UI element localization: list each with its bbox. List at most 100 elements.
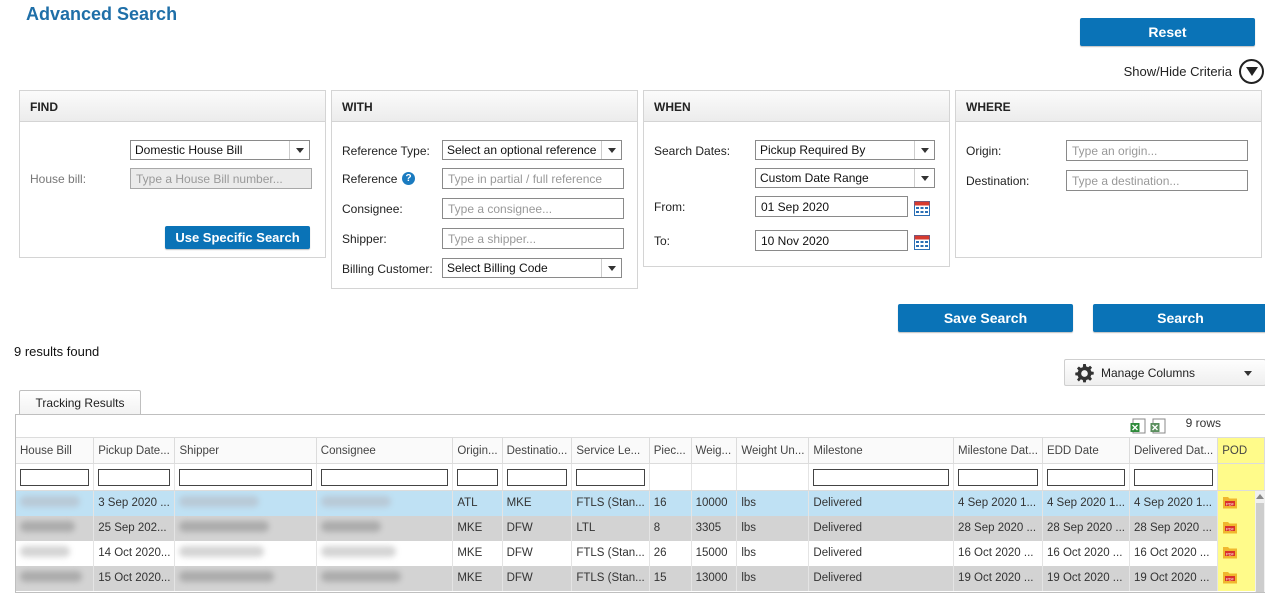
filter-input[interactable] xyxy=(958,468,1038,486)
cell-edd-date: 16 Oct 2020 ... xyxy=(1042,540,1130,566)
save-search-button[interactable]: Save Search xyxy=(898,304,1073,332)
cell-delivered-date: 16 Oct 2020 ... xyxy=(1129,540,1219,566)
reference-type-select[interactable]: Select an optional reference xyxy=(442,140,622,160)
table-row[interactable]: 15 Oct 2020... MKE DFW FTLS (Stan... 15 … xyxy=(16,565,1265,591)
filter-input[interactable] xyxy=(98,468,171,486)
cell-weight-unit: lbs xyxy=(736,515,810,541)
origin-input[interactable]: Type an origin... xyxy=(1066,140,1248,161)
origin-label: Origin: xyxy=(966,144,1002,158)
filter-input[interactable] xyxy=(813,468,950,486)
billing-customer-value: Select Billing Code xyxy=(447,261,548,275)
table-row[interactable]: 3 Sep 2020 ... ATL MKE FTLS (Stan... 16 … xyxy=(16,490,1265,516)
column-header[interactable]: Origin... xyxy=(452,437,503,464)
scroll-up-icon[interactable] xyxy=(1256,494,1264,499)
with-panel: WITH Reference Type: Select an optional … xyxy=(331,90,638,289)
cell-pickup-date: 3 Sep 2020 ... xyxy=(93,490,176,516)
to-label: To: xyxy=(654,234,671,248)
when-header: WHEN xyxy=(644,91,949,122)
cell-origin: MKE xyxy=(452,565,503,591)
consignee-label: Consignee: xyxy=(342,202,403,216)
cell-service-level: FTLS (Stan... xyxy=(571,540,650,566)
cell-pieces: 26 xyxy=(649,540,692,566)
results-count: 9 results found xyxy=(14,344,100,359)
cell-weight: 3305 xyxy=(691,515,738,541)
table-row[interactable]: 25 Sep 202... MKE DFW LTL 8 3305 lbs Del… xyxy=(16,515,1265,541)
date-range-select[interactable]: Custom Date Range xyxy=(755,168,935,188)
filter-input[interactable] xyxy=(320,468,449,486)
row-count: 9 rows xyxy=(1185,416,1221,430)
cell-edd-date: 4 Sep 2020 1... xyxy=(1042,490,1130,516)
shipper-input[interactable]: Type a shipper... xyxy=(442,228,624,249)
use-specific-search-button[interactable]: Use Specific Search xyxy=(165,226,310,249)
column-header-pod[interactable]: POD xyxy=(1217,437,1265,464)
cell-weight: 10000 xyxy=(691,490,738,516)
billing-customer-select[interactable]: Select Billing Code xyxy=(442,258,622,278)
search-dates-select[interactable]: Pickup Required By xyxy=(755,140,935,160)
from-date-input[interactable]: 01 Sep 2020 xyxy=(755,196,908,217)
caret-down-icon xyxy=(1244,371,1252,376)
column-header[interactable]: Weig... xyxy=(691,437,738,464)
from-label: From: xyxy=(654,200,686,214)
search-button[interactable]: Search xyxy=(1093,304,1265,332)
manage-columns-button[interactable]: Manage Columns xyxy=(1064,359,1265,386)
filter-input[interactable] xyxy=(179,468,312,486)
column-header[interactable]: Piec... xyxy=(649,437,692,464)
find-header: FIND xyxy=(20,91,325,122)
find-type-select[interactable]: Domestic House Bill xyxy=(130,140,310,160)
excel-export-icon[interactable] xyxy=(1130,418,1146,434)
cell-milestone-date: 19 Oct 2020 ... xyxy=(953,565,1043,591)
cell-weight: 13000 xyxy=(691,565,738,591)
column-header[interactable]: Milestone Dat... xyxy=(953,437,1043,464)
column-header[interactable]: Destinatio... xyxy=(502,437,573,464)
house-bill-input[interactable]: Type a House Bill number... xyxy=(130,168,312,189)
column-header[interactable]: Pickup Date... xyxy=(93,437,176,464)
filter-input[interactable] xyxy=(20,468,90,486)
chevron-down-circle-icon[interactable] xyxy=(1239,59,1264,84)
reset-button[interactable]: Reset xyxy=(1080,18,1255,46)
pdf-icon[interactable]: PDF xyxy=(1222,545,1238,559)
filter-input[interactable] xyxy=(1133,468,1214,486)
consignee-input[interactable]: Type a consignee... xyxy=(442,198,624,219)
when-panel: WHEN Search Dates: Pickup Required By Cu… xyxy=(643,90,950,267)
column-header[interactable]: Service Le... xyxy=(571,437,650,464)
to-date-input[interactable]: 10 Nov 2020 xyxy=(755,230,908,251)
column-header[interactable]: EDD Date xyxy=(1042,437,1130,464)
cell-destination: DFW xyxy=(502,515,573,541)
where-panel: WHERE Origin: Type an origin... Destinat… xyxy=(955,90,1262,258)
cell-delivered-date: 4 Sep 2020 1... xyxy=(1129,490,1219,516)
column-header[interactable]: Delivered Dat... xyxy=(1129,437,1219,464)
column-header[interactable]: Milestone xyxy=(808,437,955,464)
cell-destination: MKE xyxy=(502,490,573,516)
excel-export-all-icon[interactable] xyxy=(1150,418,1166,434)
date-range-value: Custom Date Range xyxy=(760,171,869,185)
redacted-shipper xyxy=(179,546,265,557)
cell-pieces: 8 xyxy=(649,515,692,541)
help-icon[interactable]: ? xyxy=(402,172,415,185)
redacted-house-bill xyxy=(20,571,82,582)
calendar-icon[interactable] xyxy=(914,201,930,216)
filter-input[interactable] xyxy=(506,468,568,486)
calendar-icon[interactable] xyxy=(914,235,930,250)
pdf-icon[interactable]: PDF xyxy=(1222,570,1238,584)
where-header: WHERE xyxy=(956,91,1261,122)
filter-input[interactable] xyxy=(1046,468,1125,486)
pdf-icon[interactable]: PDF xyxy=(1222,520,1238,534)
redacted-house-bill xyxy=(20,496,80,508)
grid-scrollbar[interactable] xyxy=(1255,491,1265,592)
tab-tracking-results[interactable]: Tracking Results xyxy=(19,390,141,415)
destination-input[interactable]: Type a destination... xyxy=(1066,170,1248,191)
filter-input[interactable] xyxy=(576,468,645,486)
column-header[interactable]: Weight Un... xyxy=(736,437,810,464)
cell-milestone: Delivered xyxy=(808,565,955,591)
column-header[interactable]: Shipper xyxy=(174,437,317,464)
reference-input[interactable]: Type in partial / full reference xyxy=(442,168,624,189)
cell-origin: MKE xyxy=(452,540,503,566)
dropdown-arrow-icon xyxy=(289,141,309,159)
pdf-icon[interactable]: PDF xyxy=(1222,495,1238,509)
table-row[interactable]: 14 Oct 2020... MKE DFW FTLS (Stan... 26 … xyxy=(16,540,1265,566)
show-hide-criteria-link[interactable]: Show/Hide Criteria xyxy=(1124,64,1232,79)
column-header[interactable]: House Bill xyxy=(16,437,95,464)
column-header[interactable]: Consignee xyxy=(316,437,454,464)
filter-input[interactable] xyxy=(457,468,498,486)
scrollbar-thumb[interactable] xyxy=(1256,503,1264,592)
